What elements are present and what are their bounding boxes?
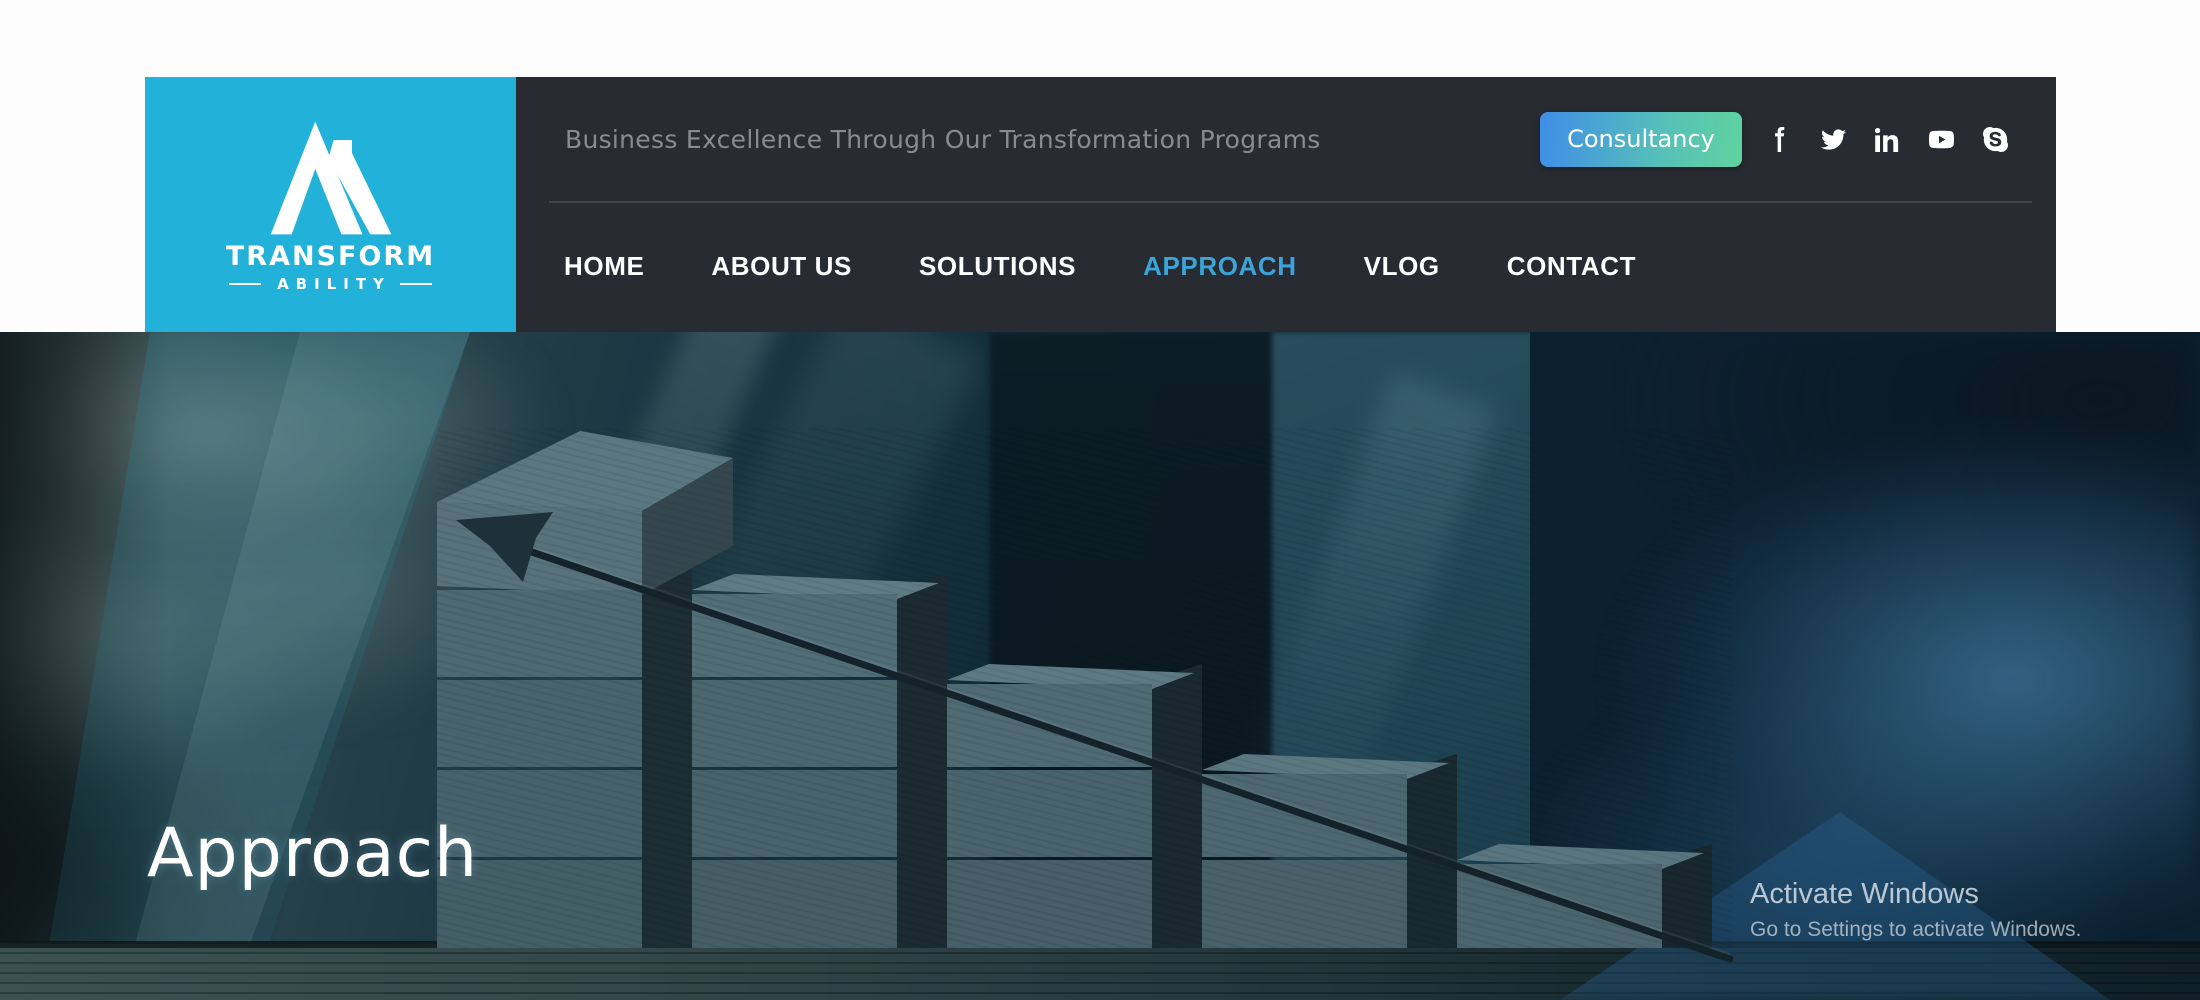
logo-subtitle-row: ABILITY — [229, 275, 432, 293]
site-header: TRANSFORM ABILITY Business Excellence Th… — [145, 77, 2056, 332]
nav-item-solutions[interactable]: SOLUTIONS — [919, 251, 1076, 282]
nav-item-home[interactable]: HOME — [564, 251, 644, 282]
youtube-icon[interactable] — [1929, 127, 1954, 152]
watermark-line1: Activate Windows — [1750, 878, 2082, 911]
linkedin-icon[interactable] — [1875, 127, 1900, 152]
nav-item-vlog[interactable]: VLOG — [1364, 251, 1440, 282]
tagline: Business Excellence Through Our Transfor… — [565, 125, 1321, 154]
logo-line-right — [400, 283, 432, 285]
social-links — [1767, 127, 2008, 152]
nav-item-approach[interactable]: APPROACH — [1143, 251, 1297, 282]
page: TRANSFORM ABILITY Business Excellence Th… — [0, 0, 2200, 1000]
logo-title: TRANSFORM — [226, 241, 435, 272]
facebook-icon[interactable] — [1767, 127, 1792, 152]
consultancy-button[interactable]: Consultancy — [1540, 112, 1742, 167]
hero-banner: Approach Activate Windows Go to Settings… — [0, 332, 2200, 1000]
twitter-icon[interactable] — [1821, 127, 1846, 152]
nav-item-contact[interactable]: CONTACT — [1507, 251, 1636, 282]
logo-subtitle: ABILITY — [263, 275, 391, 293]
main-navigation: HOME ABOUT US SOLUTIONS APPROACH VLOG CO… — [564, 201, 1636, 332]
activate-windows-watermark: Activate Windows Go to Settings to activ… — [1750, 878, 2082, 942]
header-top-row: Business Excellence Through Our Transfor… — [516, 77, 2056, 201]
nav-item-about-us[interactable]: ABOUT US — [711, 251, 852, 282]
watermark-line2: Go to Settings to activate Windows. — [1750, 918, 2082, 942]
skype-icon[interactable] — [1983, 127, 2008, 152]
mountain-logo-icon — [265, 119, 397, 237]
page-title: Approach — [147, 814, 478, 893]
logo[interactable]: TRANSFORM ABILITY — [145, 77, 516, 332]
logo-line-left — [229, 283, 261, 285]
